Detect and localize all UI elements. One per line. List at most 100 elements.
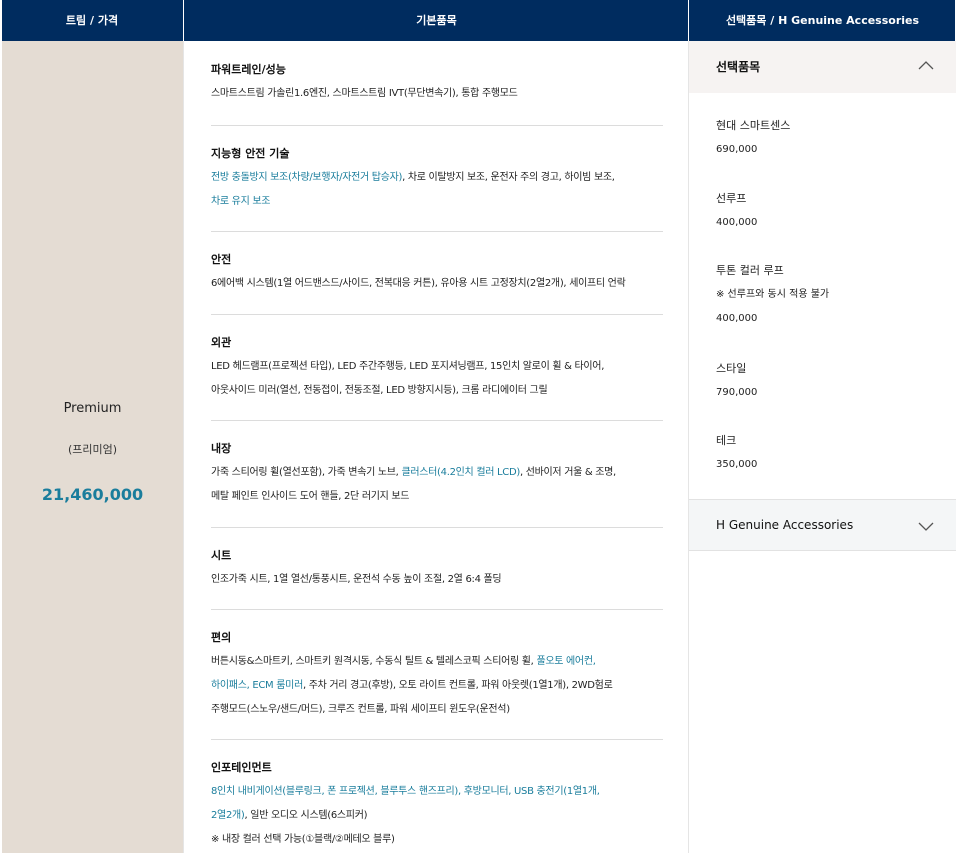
basic-section-line: 인조가죽 시트, 1열 열선/통풍시트, 운전석 수동 높이 조절, 2열 6:… xyxy=(211,568,663,592)
feature-text: ※ 내장 컬러 선택 가능(①블랙/②메테오 블루) xyxy=(211,834,395,845)
table-header: 트림 / 가격 기본품목 선택품목 / H Genuine Accessorie… xyxy=(2,0,955,41)
feature-text: 주행모드(스노우/샌드/머드), 크루즈 컨트롤, 파워 세이프티 윈도우(운전… xyxy=(211,704,510,715)
basic-section: 안전 6에어백 시스템(1열 어드밴스드/사이드, 전복대응 커튼), 유아용 시… xyxy=(211,253,663,296)
basic-section: 외관 LED 헤드램프(프로젝션 타입), LED 주간주행등, LED 포지셔닝… xyxy=(211,336,663,403)
option-item: 현대 스마트센스 690,000 xyxy=(716,119,936,157)
highlight-feature-text: 2열2개) xyxy=(211,810,245,821)
feature-text: 6에어백 시스템(1열 어드밴스드/사이드, 전복대응 커튼), 유아용 시트 … xyxy=(211,278,626,289)
option-name: 테크 xyxy=(716,434,737,447)
feature-text: 메탈 페인트 인사이드 도어 핸들, 2단 러기지 보드 xyxy=(211,491,410,502)
header-trim-price: 트림 / 가격 xyxy=(65,14,119,27)
feature-text: , 일반 오디오 시스템(6스피커) xyxy=(244,810,368,821)
basic-section-body: 가죽 스티어링 휠(열선포함), 가죽 변속기 노브, 클러스터(4.2인치 컬… xyxy=(211,461,663,509)
option-item: 테크 350,000 xyxy=(716,434,936,472)
basic-section-line: 하이패스, ECM 룸미러, 주차 거리 경고(후방), 오토 라이트 컨트롤,… xyxy=(211,674,663,698)
option-name: 투톤 컬러 루프 xyxy=(716,264,784,277)
basic-section: 편의버튼시동&스마트키, 스마트키 원격시동, 수동식 틸트 & 텔레스코픽 스… xyxy=(211,631,663,722)
basic-section: 내장가죽 스티어링 휠(열선포함), 가죽 변속기 노브, 클러스터(4.2인치… xyxy=(211,442,663,509)
basic-section-body: 버튼시동&스마트키, 스마트키 원격시동, 수동식 틸트 & 텔레스코픽 스티어… xyxy=(211,650,663,722)
option-price: 690,000 xyxy=(716,144,758,155)
basic-section-title: 안전 xyxy=(211,253,232,266)
options-accordion-title: 선택품목 xyxy=(716,60,761,74)
basic-section-body: 인조가죽 시트, 1열 열선/통풍시트, 운전석 수동 높이 조절, 2열 6:… xyxy=(211,568,663,592)
highlight-feature-text: 풀오토 에어컨, xyxy=(536,656,596,667)
option-item: 투톤 컬러 루프 ※ 선루프와 동시 적용 불가 400,000 xyxy=(716,264,936,326)
basic-section-title: 지능형 안전 기술 xyxy=(211,147,290,160)
section-divider xyxy=(211,527,663,528)
trim-spec-table: 트림 / 가격 기본품목 선택품목 / H Genuine Accessorie… xyxy=(2,0,956,853)
basic-section-title: 인포테인먼트 xyxy=(211,761,272,774)
basic-section-line: 8인치 내비게이션(블루링크, 폰 프로젝션, 블루투스 핸즈프리), 후방모니… xyxy=(211,780,663,804)
section-divider xyxy=(211,739,663,740)
basic-section-body: 전방 충돌방지 보조(차량/보행자/자전거 탑승자), 차로 이탈방지 보조, … xyxy=(211,166,663,214)
basic-section-body: 6에어백 시스템(1열 어드밴스드/사이드, 전복대응 커튼), 유아용 시트 … xyxy=(211,272,663,296)
basic-section-line: 주행모드(스노우/샌드/머드), 크루즈 컨트롤, 파워 세이프티 윈도우(운전… xyxy=(211,698,663,722)
basic-section: 시트인조가죽 시트, 1열 열선/통풍시트, 운전석 수동 높이 조절, 2열 … xyxy=(211,549,663,592)
basic-section-line: 아웃사이드 미러(열선, 전동접이, 전동조절, LED 방향지시등), 크롬 … xyxy=(211,379,663,403)
highlight-feature-text: 차로 유지 보조 xyxy=(211,196,271,207)
basic-section-title: 편의 xyxy=(211,631,232,644)
feature-text: 버튼시동&스마트키, 스마트키 원격시동, 수동식 틸트 & 텔레스코픽 스티어… xyxy=(211,656,537,667)
feature-text: , 차로 이탈방지 보조, 운전자 주의 경고, 하이빔 보조, xyxy=(402,172,615,183)
trim-price: 21,460,000 xyxy=(41,485,144,504)
basic-items-column: 파워트레인/성능스마트스트림 가솔린1.6엔진, 스마트스트림 IVT(무단변속… xyxy=(183,41,689,853)
feature-text: , 주차 거리 경고(후방), 오토 라이트 컨트롤, 파워 아웃렛(1열1개)… xyxy=(302,680,613,691)
basic-section-line: ※ 내장 컬러 선택 가능(①블랙/②메테오 블루) xyxy=(211,828,663,852)
chevron-up-icon xyxy=(918,61,934,70)
feature-text: 스마트스트림 가솔린1.6엔진, 스마트스트림 IVT(무단변속기), 통합 주… xyxy=(211,88,518,99)
options-accordion-header[interactable]: 선택품목 xyxy=(689,41,956,93)
highlight-feature-text: 하이패스, ECM 룸미러 xyxy=(211,680,303,691)
option-price: 790,000 xyxy=(716,387,758,398)
basic-section-line: 가죽 스티어링 휠(열선포함), 가죽 변속기 노브, 클러스터(4.2인치 컬… xyxy=(211,461,663,485)
option-price: 400,000 xyxy=(716,313,758,324)
highlight-feature-text: 클러스터(4.2인치 컬러 LCD) xyxy=(401,467,520,478)
header-options: 선택품목 / H Genuine Accessories xyxy=(688,0,956,41)
header-basic-items: 기본품목 xyxy=(183,0,689,41)
basic-section-body: 스마트스트림 가솔린1.6엔진, 스마트스트림 IVT(무단변속기), 통합 주… xyxy=(211,82,663,106)
option-name: 선루프 xyxy=(716,192,747,205)
accessories-accordion-header[interactable]: H Genuine Accessories xyxy=(689,499,956,551)
basic-section-line: 버튼시동&스마트키, 스마트키 원격시동, 수동식 틸트 & 텔레스코픽 스티어… xyxy=(211,650,663,674)
feature-text: 아웃사이드 미러(열선, 전동접이, 전동조절, LED 방향지시등), 크롬 … xyxy=(211,385,548,396)
basic-section-line: 2열2개), 일반 오디오 시스템(6스피커) xyxy=(211,804,663,828)
section-divider xyxy=(211,609,663,610)
option-note: ※ 선루프와 동시 적용 불가 xyxy=(716,289,830,300)
option-price: 400,000 xyxy=(716,217,758,228)
section-divider xyxy=(211,125,663,126)
section-divider xyxy=(211,314,663,315)
highlight-feature-text: 전방 충돌방지 보조(차량/보행자/자전거 탑승자) xyxy=(211,172,403,183)
option-item: 선루프 400,000 xyxy=(716,192,936,230)
chevron-down-icon xyxy=(918,522,934,531)
basic-section-body: LED 헤드램프(프로젝션 타입), LED 주간주행등, LED 포지셔닝램프… xyxy=(211,355,663,403)
option-name: 스타일 xyxy=(716,362,747,375)
basic-section-line: 메탈 페인트 인사이드 도어 핸들, 2단 러기지 보드 xyxy=(211,485,663,509)
basic-section-title: 외관 xyxy=(211,336,232,349)
options-column: 선택품목 현대 스마트센스 690,000 선루프 400,000 투톤 컬러 루프 ※ … xyxy=(688,41,956,853)
basic-section-line: 스마트스트림 가솔린1.6엔진, 스마트스트림 IVT(무단변속기), 통합 주… xyxy=(211,82,663,106)
feature-text: 가죽 스티어링 휠(열선포함), 가죽 변속기 노브, xyxy=(211,467,402,478)
feature-text: , 선바이저 거울 & 조명, xyxy=(519,467,616,478)
basic-section-title: 시트 xyxy=(211,549,232,562)
accessories-accordion-title: H Genuine Accessories xyxy=(716,518,854,532)
basic-section-line: 전방 충돌방지 보조(차량/보행자/자전거 탑승자), 차로 이탈방지 보조, … xyxy=(211,166,663,190)
basic-section-line: LED 헤드램프(프로젝션 타입), LED 주간주행등, LED 포지셔닝램프… xyxy=(211,355,663,379)
basic-section-body: 8인치 내비게이션(블루링크, 폰 프로젝션, 블루투스 핸즈프리), 후방모니… xyxy=(211,780,663,852)
section-divider xyxy=(211,420,663,421)
section-divider xyxy=(211,231,663,232)
basic-section-title: 내장 xyxy=(211,442,232,455)
option-item: 스타일 790,000 xyxy=(716,362,936,400)
feature-text: 인조가죽 시트, 1열 열선/통풍시트, 운전석 수동 높이 조절, 2열 6:… xyxy=(211,574,502,585)
basic-section-line: 차로 유지 보조 xyxy=(211,190,663,214)
trim-column: Premium (프리미엄) 21,460,000 xyxy=(2,41,183,853)
basic-section-line: 6에어백 시스템(1열 어드밴스드/사이드, 전복대응 커튼), 유아용 시트 … xyxy=(211,272,663,296)
option-price: 350,000 xyxy=(716,459,758,470)
trim-subtitle: (프리미엄) xyxy=(67,443,118,456)
highlight-feature-text: 8인치 내비게이션(블루링크, 폰 프로젝션, 블루투스 핸즈프리), 후방모니… xyxy=(211,786,600,797)
basic-section: 지능형 안전 기술전방 충돌방지 보조(차량/보행자/자전거 탑승자), 차로 … xyxy=(211,147,663,214)
basic-section-title: 파워트레인/성능 xyxy=(211,63,286,76)
trim-name: Premium xyxy=(63,401,122,416)
basic-section: 인포테인먼트 8인치 내비게이션(블루링크, 폰 프로젝션, 블루투스 핸즈프리)… xyxy=(211,761,663,852)
option-name: 현대 스마트센스 xyxy=(716,119,791,132)
feature-text: LED 헤드램프(프로젝션 타입), LED 주간주행등, LED 포지셔닝램프… xyxy=(211,361,605,372)
basic-section: 파워트레인/성능스마트스트림 가솔린1.6엔진, 스마트스트림 IVT(무단변속… xyxy=(211,63,663,106)
